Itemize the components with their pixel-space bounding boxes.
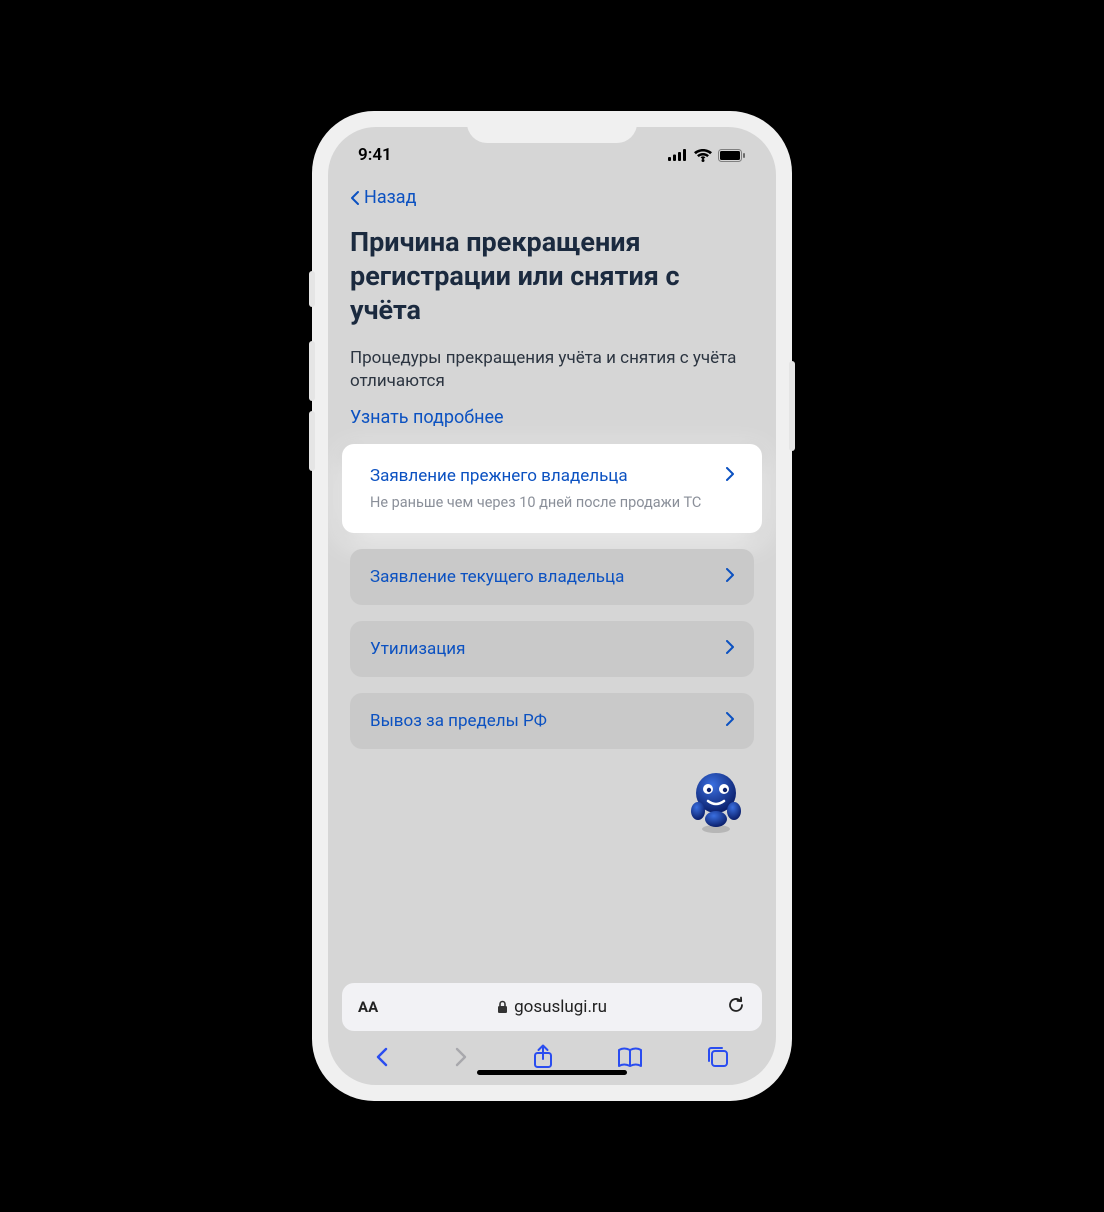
chevron-right-icon — [453, 1046, 469, 1068]
option-title: Утилизация — [370, 639, 465, 659]
page-content: Назад Причина прекращения регистрации ил… — [328, 175, 776, 975]
page-description: Процедуры прекращения учёта и снятия с у… — [350, 347, 754, 393]
battery-icon — [718, 149, 746, 162]
share-button[interactable] — [532, 1044, 554, 1070]
status-time: 9:41 — [358, 145, 392, 165]
chevron-left-icon — [350, 190, 360, 206]
status-icons — [668, 149, 746, 162]
assistant-bot-icon[interactable] — [684, 769, 748, 835]
back-button[interactable]: Назад — [350, 187, 416, 208]
url-display: gosuslugi.ru — [497, 997, 607, 1017]
option-export[interactable]: Вывоз за пределы РФ — [350, 693, 754, 749]
chevron-right-icon — [726, 639, 734, 659]
phone-frame: 9:41 Назад Причина прекращения регистрац… — [312, 111, 792, 1101]
option-title: Заявление текущего владельца — [370, 567, 624, 587]
page-title: Причина прекращения регистрации или снят… — [350, 226, 754, 327]
chevron-left-icon — [374, 1046, 390, 1068]
phone-screen: 9:41 Назад Причина прекращения регистрац… — [328, 127, 776, 1085]
more-link[interactable]: Узнать подробнее — [350, 407, 504, 428]
tabs-button[interactable] — [706, 1045, 730, 1069]
back-label: Назад — [364, 187, 416, 208]
reload-icon — [726, 995, 746, 1015]
nav-forward-button[interactable] — [453, 1046, 469, 1068]
browser-toolbar — [328, 1031, 776, 1085]
side-button — [309, 411, 315, 471]
nav-back-button[interactable] — [374, 1046, 390, 1068]
chevron-right-icon — [726, 711, 734, 731]
url-bar[interactable]: AА gosuslugi.ru — [342, 983, 762, 1031]
option-subtitle: Не раньше чем через 10 дней после продаж… — [370, 494, 734, 511]
book-icon — [617, 1046, 643, 1068]
chevron-right-icon — [726, 466, 734, 486]
chevron-right-icon — [726, 567, 734, 587]
text-size-button[interactable]: AА — [358, 998, 378, 1016]
home-indicator[interactable] — [477, 1070, 627, 1075]
url-bar-container: AА gosuslugi.ru — [328, 975, 776, 1031]
side-button — [309, 341, 315, 401]
domain-label: gosuslugi.ru — [514, 997, 607, 1017]
wifi-icon — [694, 149, 712, 162]
tabs-icon — [706, 1045, 730, 1069]
bookmarks-button[interactable] — [617, 1046, 643, 1068]
side-button — [309, 271, 315, 307]
lock-icon — [497, 1000, 508, 1014]
reload-button[interactable] — [726, 995, 746, 1019]
option-utilization[interactable]: Утилизация — [350, 621, 754, 677]
option-previous-owner[interactable]: Заявление прежнего владельца Не раньше ч… — [342, 444, 762, 533]
side-button — [789, 361, 795, 451]
option-current-owner[interactable]: Заявление текущего владельца — [350, 549, 754, 605]
option-title: Вывоз за пределы РФ — [370, 711, 547, 731]
share-icon — [532, 1044, 554, 1070]
option-title: Заявление прежнего владельца — [370, 466, 628, 486]
cellular-signal-icon — [668, 149, 688, 161]
phone-notch — [467, 111, 637, 143]
